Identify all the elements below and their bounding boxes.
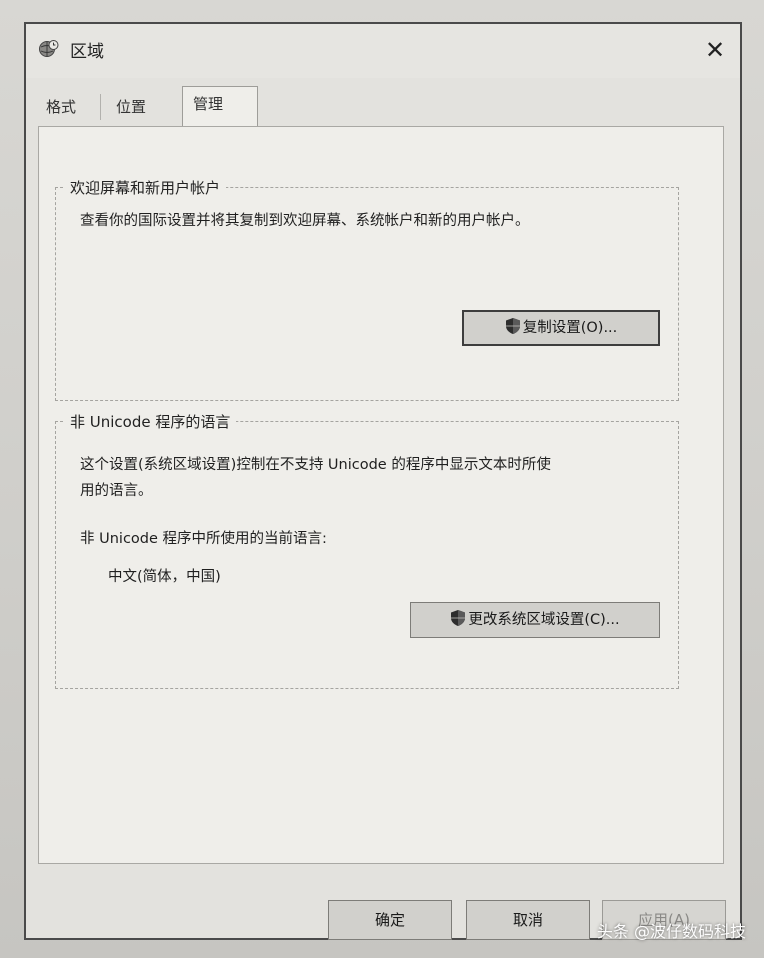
copy-settings-button[interactable]: 复制设置(O)... <box>462 310 660 346</box>
title-bar: 区域 ✕ <box>26 24 740 78</box>
tab-administrative[interactable]: 管理 <box>182 86 258 126</box>
tab-separator <box>100 94 101 120</box>
copy-settings-label: 复制设置(O)... <box>522 320 618 336</box>
welcome-group-title: 欢迎屏幕和新用户帐户 <box>64 177 227 198</box>
window-title: 区域 <box>70 42 104 62</box>
welcome-screen-group: 欢迎屏幕和新用户帐户 查看你的国际设置并将其复制到欢迎屏幕、系统帐户和新的用户帐… <box>55 177 679 401</box>
region-dialog: 区域 ✕ 格式 位置 管理 欢迎屏幕和新用户帐户 查看你的国际设置并将其复制到欢… <box>24 22 742 940</box>
change-system-locale-label: 更改系统区域设置(C)... <box>468 612 620 628</box>
uac-shield-icon <box>451 610 466 626</box>
current-language-value: 中文(简体，中国) <box>108 569 221 585</box>
ok-button[interactable]: 确定 <box>328 900 452 940</box>
non-unicode-group-title: 非 Unicode 程序的语言 <box>64 411 237 432</box>
close-icon: ✕ <box>704 36 726 64</box>
non-unicode-description-line1: 这个设置(系统区域设置)控制在不支持 Unicode 的程序中显示文本时所使 <box>80 457 551 473</box>
non-unicode-group: 非 Unicode 程序的语言 这个设置(系统区域设置)控制在不支持 Unico… <box>55 411 679 689</box>
tab-location[interactable]: 位置 <box>106 90 156 124</box>
change-system-locale-button[interactable]: 更改系统区域设置(C)... <box>410 602 660 638</box>
cancel-button[interactable]: 取消 <box>466 900 590 940</box>
globe-clock-icon <box>39 40 59 57</box>
current-language-label: 非 Unicode 程序中所使用的当前语言: <box>80 531 327 547</box>
close-button[interactable]: ✕ <box>702 38 728 64</box>
uac-shield-icon <box>505 318 520 334</box>
watermark: 头条 @波仔数码科技 <box>596 922 746 941</box>
tab-format[interactable]: 格式 <box>36 90 86 124</box>
non-unicode-description-line2: 用的语言。 <box>80 483 153 499</box>
welcome-description: 查看你的国际设置并将其复制到欢迎屏幕、系统帐户和新的用户帐户。 <box>80 213 530 229</box>
administrative-panel: 欢迎屏幕和新用户帐户 查看你的国际设置并将其复制到欢迎屏幕、系统帐户和新的用户帐… <box>38 126 724 864</box>
